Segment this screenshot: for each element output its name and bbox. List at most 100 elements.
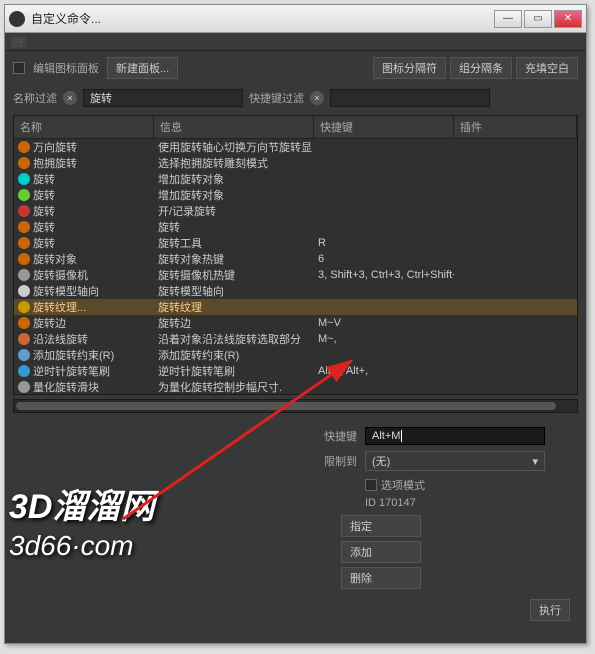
table-row[interactable]: 量化旋转滑块 为量化旋转控制步幅尺寸. bbox=[14, 379, 577, 394]
row-name: 旋转 bbox=[33, 187, 55, 203]
row-icon bbox=[18, 237, 30, 249]
hotkey-filter-input[interactable] bbox=[330, 89, 490, 107]
row-icon bbox=[18, 285, 30, 297]
row-info: 为量化旋转控制步幅尺寸. bbox=[154, 379, 314, 394]
row-icon bbox=[18, 253, 30, 265]
titlebar: 自定义命令... — ▭ ✕ bbox=[5, 5, 586, 33]
minimize-button[interactable]: — bbox=[494, 10, 522, 28]
name-filter-label: 名称过滤 bbox=[13, 90, 57, 106]
window-title: 自定义命令... bbox=[31, 10, 494, 27]
delete-button[interactable]: 删除 bbox=[341, 567, 421, 589]
row-info: 旋转模型轴向 bbox=[154, 283, 314, 299]
row-info: 旋转摄像机热键 bbox=[154, 267, 314, 283]
limit-select[interactable]: (无)▾ bbox=[365, 451, 545, 471]
row-key: 3, Shift+3, Ctrl+3, Ctrl+Shift+ bbox=[314, 269, 454, 281]
limit-label: 限制到 bbox=[301, 453, 357, 469]
row-name: 抱拥旋转 bbox=[33, 155, 77, 171]
row-info: 增加旋转对象 bbox=[154, 187, 314, 203]
table-row[interactable]: 旋转 旋转 bbox=[14, 219, 577, 235]
table-row[interactable]: 抱拥旋转选择抱拥旋转雕刻模式 bbox=[14, 155, 577, 171]
horizontal-scrollbar[interactable] bbox=[13, 399, 578, 413]
row-icon bbox=[18, 317, 30, 329]
row-icon bbox=[18, 173, 30, 185]
clear-name-filter-icon[interactable]: × bbox=[63, 91, 77, 105]
col-name[interactable]: 名称 bbox=[14, 116, 154, 138]
col-info[interactable]: 信息 bbox=[154, 116, 314, 138]
command-table: 名称 信息 快捷键 插件 万向旋转使用旋转轴心切换万向节旋转显抱拥旋转选择抱拥旋… bbox=[13, 115, 578, 395]
row-name: 量化旋转滑块 bbox=[33, 379, 99, 394]
row-info: 旋转对象热键 bbox=[154, 251, 314, 267]
table-row[interactable]: 旋转 旋转工具R bbox=[14, 235, 577, 251]
row-info: 增加旋转对象 bbox=[154, 171, 314, 187]
table-row[interactable]: 逆时针旋转笔刷逆时针旋转笔刷Alt+[, Alt+, bbox=[14, 363, 577, 379]
row-name: 旋转模型轴向 bbox=[33, 283, 99, 299]
toolbar-grip: ▒▒▒ bbox=[5, 33, 586, 51]
row-icon bbox=[18, 365, 30, 377]
edit-icon-panel-checkbox[interactable] bbox=[13, 62, 25, 74]
chevron-down-icon: ▾ bbox=[532, 455, 538, 468]
table-row[interactable]: 添加旋转约束(R) 添加旋转约束(R) bbox=[14, 347, 577, 363]
maximize-button[interactable]: ▭ bbox=[524, 10, 552, 28]
row-name: 逆时针旋转笔刷 bbox=[33, 363, 110, 379]
exec-button[interactable]: 执行 bbox=[530, 599, 570, 621]
new-panel-button[interactable]: 新建面板... bbox=[107, 57, 178, 79]
row-info: 旋转纹理 bbox=[154, 299, 314, 315]
col-plugin[interactable]: 插件 bbox=[454, 116, 577, 138]
row-icon bbox=[18, 205, 30, 217]
row-name: 旋转对象 bbox=[33, 251, 77, 267]
watermark: 3D溜溜网 3d66·com bbox=[9, 479, 154, 562]
option-mode-checkbox[interactable] bbox=[365, 479, 377, 491]
row-info: 旋转 bbox=[154, 219, 314, 235]
row-key: 6 bbox=[314, 253, 454, 265]
row-name: 沿法线旋转 bbox=[33, 331, 88, 347]
hotkey-label: 快捷键 bbox=[301, 428, 357, 444]
row-icon bbox=[18, 221, 30, 233]
assign-button[interactable]: 指定 bbox=[341, 515, 421, 537]
table-row[interactable]: 旋转模型轴向 旋转模型轴向 bbox=[14, 283, 577, 299]
row-icon bbox=[18, 381, 30, 393]
id-label: ID 170147 bbox=[365, 497, 570, 509]
table-row[interactable]: 旋转 增加旋转对象 bbox=[14, 187, 577, 203]
edit-icon-panel-label: 编辑图标面板 bbox=[33, 60, 99, 76]
row-info: 旋转边 bbox=[154, 315, 314, 331]
row-key: M~V bbox=[314, 317, 454, 329]
add-button[interactable]: 添加 bbox=[341, 541, 421, 563]
table-row[interactable]: 旋转 增加旋转对象 bbox=[14, 171, 577, 187]
row-name: 旋转边 bbox=[33, 315, 66, 331]
table-row[interactable]: 旋转开/记录旋转 bbox=[14, 203, 577, 219]
clear-hotkey-filter-icon[interactable]: × bbox=[310, 91, 324, 105]
row-info: 旋转工具 bbox=[154, 235, 314, 251]
row-name: 旋转纹理... bbox=[33, 299, 86, 315]
app-icon bbox=[9, 11, 25, 27]
row-name: 旋转 bbox=[33, 171, 55, 187]
fill-blank-button[interactable]: 充填空白 bbox=[516, 57, 578, 79]
hotkey-filter-label: 快捷键过滤 bbox=[249, 90, 304, 106]
table-row[interactable]: 旋转边旋转边M~V bbox=[14, 315, 577, 331]
row-name: 旋转 bbox=[33, 219, 55, 235]
hotkey-input[interactable]: Alt+M bbox=[365, 427, 545, 445]
row-info: 开/记录旋转 bbox=[154, 203, 314, 219]
row-icon bbox=[18, 333, 30, 345]
table-row[interactable]: 旋转对象 旋转对象热键6 bbox=[14, 251, 577, 267]
table-row[interactable]: 沿法线旋转沿着对象沿法线旋转选取部分M~, bbox=[14, 331, 577, 347]
icon-divider-button[interactable]: 图标分隔符 bbox=[373, 57, 446, 79]
row-info: 添加旋转约束(R) bbox=[154, 347, 314, 363]
row-icon bbox=[18, 189, 30, 201]
row-name: 旋转 bbox=[33, 235, 55, 251]
group-bar-button[interactable]: 组分隔条 bbox=[450, 57, 512, 79]
close-button[interactable]: ✕ bbox=[554, 10, 582, 28]
row-icon bbox=[18, 269, 30, 281]
row-name: 添加旋转约束(R) bbox=[33, 347, 114, 363]
table-row[interactable]: 旋转摄像机旋转摄像机热键3, Shift+3, Ctrl+3, Ctrl+Shi… bbox=[14, 267, 577, 283]
col-key[interactable]: 快捷键 bbox=[314, 116, 454, 138]
row-info: 使用旋转轴心切换万向节旋转显 bbox=[154, 139, 314, 155]
table-row[interactable]: 旋转纹理... 旋转纹理 bbox=[14, 299, 577, 315]
row-key: R bbox=[314, 237, 454, 249]
row-icon bbox=[18, 157, 30, 169]
name-filter-input[interactable] bbox=[83, 89, 243, 107]
row-info: 逆时针旋转笔刷 bbox=[154, 363, 314, 379]
option-mode-label: 选项模式 bbox=[381, 477, 425, 493]
table-row[interactable]: 万向旋转使用旋转轴心切换万向节旋转显 bbox=[14, 139, 577, 155]
row-icon bbox=[18, 349, 30, 361]
row-icon bbox=[18, 141, 30, 153]
